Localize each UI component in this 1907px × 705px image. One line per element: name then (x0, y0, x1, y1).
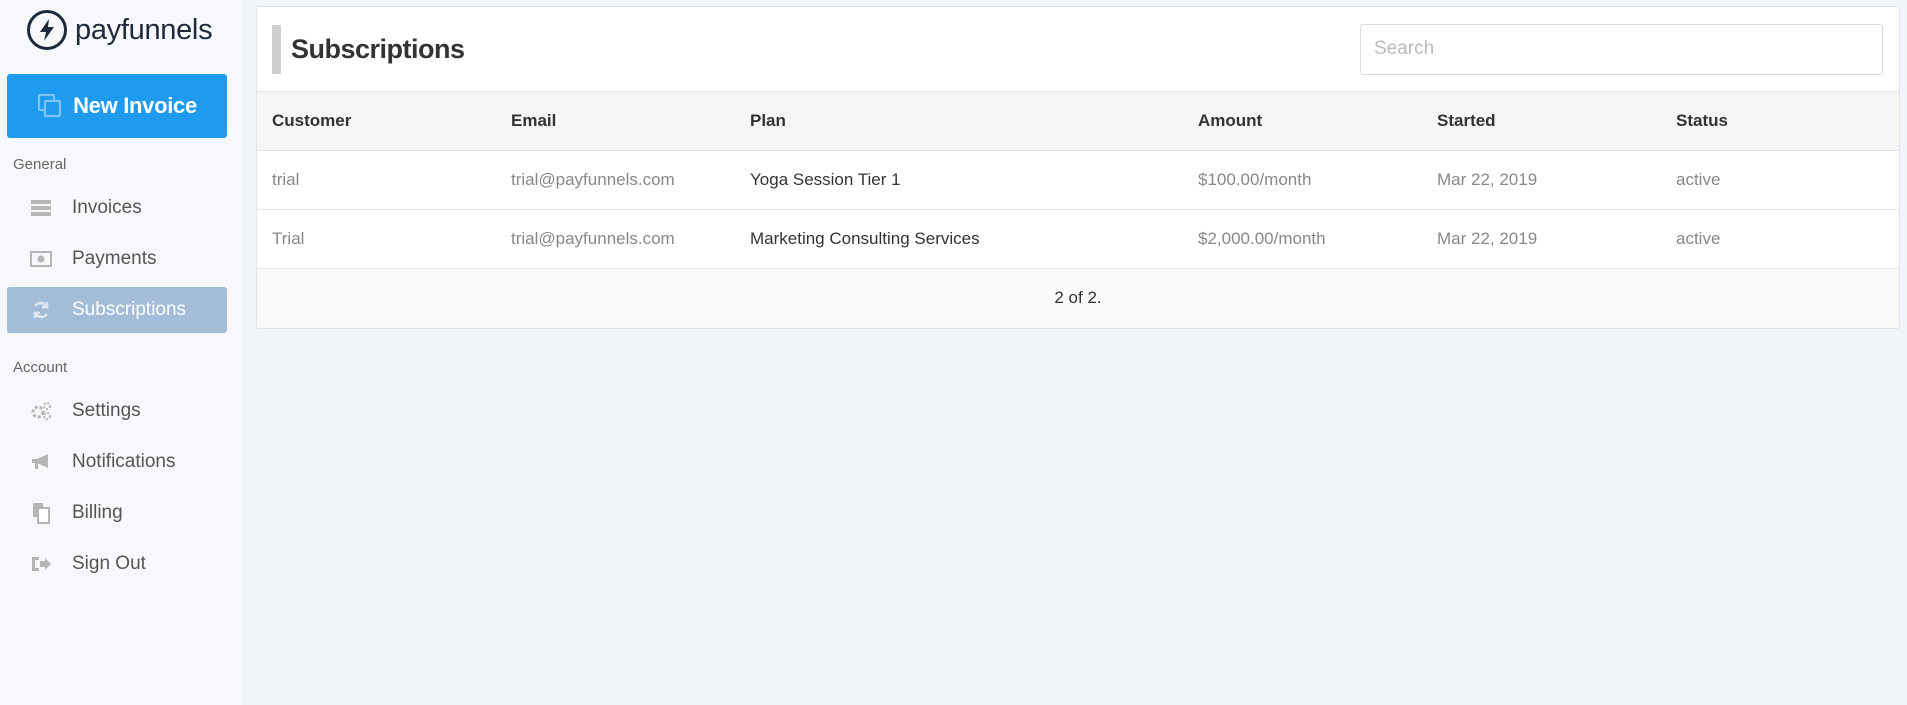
card-header: Subscriptions (257, 7, 1899, 92)
page-title: Subscriptions (291, 33, 465, 64)
cell-amount: $100.00/month (1183, 150, 1422, 210)
sidebar-item-settings[interactable]: Settings (7, 388, 227, 434)
sidebar-item-label: Settings (72, 400, 141, 421)
column-header-plan[interactable]: Plan (735, 92, 1183, 151)
subscriptions-card: Subscriptions Customer Email Plan Amount… (256, 6, 1900, 329)
cell-customer: trial (257, 150, 496, 210)
brand-logo[interactable]: payfunnels (7, 0, 226, 60)
app: payfunnels New Invoice General Invoices (0, 0, 1907, 705)
title-wrap: Subscriptions (272, 24, 465, 74)
column-header-amount[interactable]: Amount (1183, 92, 1422, 151)
brand-name: payfunnels (75, 13, 213, 46)
title-accent-bar (272, 24, 281, 74)
table-header: Customer Email Plan Amount Started Statu… (257, 92, 1899, 151)
refresh-icon (30, 299, 52, 321)
cell-customer: Trial (257, 209, 496, 269)
billing-icon (30, 502, 52, 524)
sidebar-item-subscriptions[interactable]: Subscriptions (7, 287, 227, 333)
cell-started: Mar 22, 2019 (1422, 150, 1661, 210)
main-content: Subscriptions Customer Email Plan Amount… (242, 0, 1907, 705)
new-invoice-button[interactable]: New Invoice (7, 74, 227, 138)
nav-general: Invoices Payments Subscriptions (7, 185, 227, 333)
pagination-count: 2 of 2. (1054, 288, 1102, 307)
invoices-icon (30, 197, 52, 219)
sidebar-item-sign-out[interactable]: Sign Out (7, 541, 227, 587)
nav-account: Settings Notifications Billing Sign Out (7, 388, 226, 587)
copy-icon (37, 93, 63, 119)
table-row[interactable]: trial trial@payfunnels.com Yoga Session … (257, 150, 1899, 210)
subscriptions-table: Customer Email Plan Amount Started Statu… (257, 92, 1899, 269)
sidebar-item-notifications[interactable]: Notifications (7, 439, 227, 485)
cell-email: trial@payfunnels.com (496, 150, 735, 210)
sidebar-item-label: Invoices (72, 197, 142, 218)
sidebar: payfunnels New Invoice General Invoices (0, 0, 242, 705)
section-label-account: Account (13, 359, 68, 376)
cell-status: active (1661, 150, 1899, 210)
sidebar-item-label: Subscriptions (72, 299, 187, 320)
cell-plan: Marketing Consulting Services (735, 209, 1183, 269)
column-header-status[interactable]: Status (1661, 92, 1899, 151)
table-row[interactable]: Trial trial@payfunnels.com Marketing Con… (257, 209, 1899, 269)
sidebar-item-label: Notifications (72, 451, 176, 472)
cell-email: trial@payfunnels.com (496, 209, 735, 269)
sidebar-item-label: Payments (72, 248, 157, 269)
cell-plan: Yoga Session Tier 1 (735, 150, 1183, 210)
sidebar-item-label: Billing (72, 502, 123, 523)
sidebar-item-invoices[interactable]: Invoices (7, 185, 227, 231)
cell-started: Mar 22, 2019 (1422, 209, 1661, 269)
lightning-icon (27, 10, 67, 50)
new-invoice-label: New Invoice (73, 93, 197, 118)
table-body: trial trial@payfunnels.com Yoga Session … (257, 150, 1899, 269)
pagination-footer: 2 of 2. (257, 268, 1899, 328)
cell-status: active (1661, 209, 1899, 269)
gears-icon (30, 400, 52, 422)
payments-icon (30, 248, 52, 270)
column-header-started[interactable]: Started (1422, 92, 1661, 151)
cell-amount: $2,000.00/month (1183, 209, 1422, 269)
search-input[interactable] (1360, 23, 1883, 75)
sign-out-icon (30, 553, 52, 575)
sidebar-item-billing[interactable]: Billing (7, 490, 227, 536)
sidebar-item-label: Sign Out (72, 553, 146, 574)
table-header-row: Customer Email Plan Amount Started Statu… (257, 92, 1899, 151)
sidebar-item-payments[interactable]: Payments (7, 236, 227, 282)
column-header-customer[interactable]: Customer (257, 92, 496, 151)
megaphone-icon (30, 451, 52, 473)
column-header-email[interactable]: Email (496, 92, 735, 151)
section-label-general: General (13, 156, 67, 173)
